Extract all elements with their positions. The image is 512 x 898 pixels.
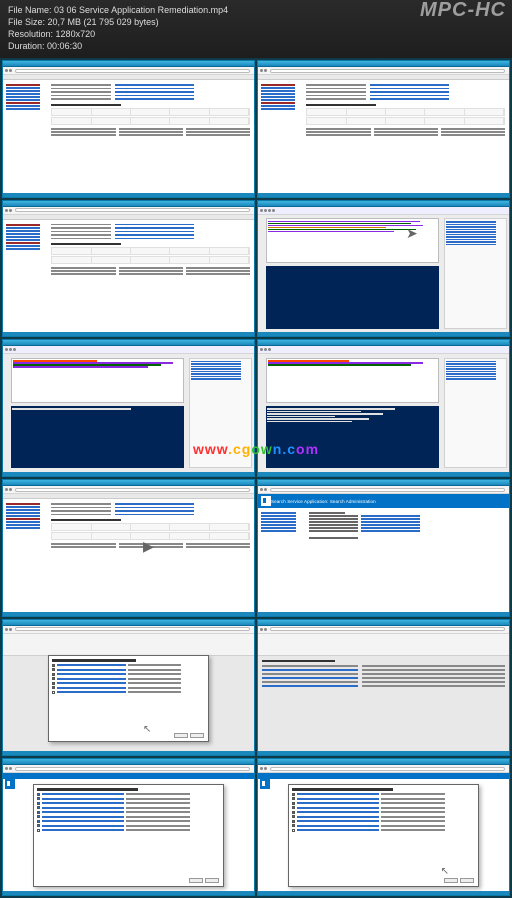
thumb-3r[interactable] — [257, 339, 510, 477]
topology-heading — [51, 104, 120, 106]
checkbox[interactable] — [52, 686, 55, 689]
thumb-5l[interactable]: ↖ — [2, 619, 255, 757]
thumbnail-grid: ➤ — [0, 58, 512, 898]
thumb-5r[interactable] — [257, 619, 510, 757]
cursor-arrow-icon: ➤ — [406, 225, 418, 242]
cancel-button[interactable] — [460, 878, 474, 883]
resolution-label: Resolution: — [8, 29, 53, 39]
cursor-arrow-icon: ↖ — [441, 866, 449, 877]
ok-button[interactable] — [174, 733, 188, 738]
sharepoint-logo-icon — [5, 779, 15, 891]
dialog-title — [52, 659, 136, 662]
config-associations-dialog — [48, 655, 209, 742]
ise-commands-pane — [444, 218, 507, 329]
thumb-4r[interactable]: Search Service Application: Search Admin… — [257, 479, 510, 617]
file-size-label: File Size: — [8, 17, 45, 27]
config-associations-dialog — [33, 784, 224, 887]
config-associations-dialog — [288, 784, 479, 887]
cursor-arrow-icon: ▶ — [143, 538, 154, 555]
thumb-2l[interactable] — [2, 200, 255, 338]
media-info-header: File Name: 03 06 Service Application Rem… — [0, 0, 512, 58]
checkbox[interactable] — [52, 664, 55, 667]
thumb-3l[interactable] — [2, 339, 255, 477]
cancel-button[interactable] — [190, 733, 204, 738]
browser-toolbar — [3, 67, 254, 75]
duration-value: 00:06:30 — [47, 41, 82, 51]
thumb-6l[interactable] — [2, 758, 255, 896]
thumb-1l[interactable] — [2, 60, 255, 198]
checkbox[interactable] — [52, 668, 55, 671]
checkbox[interactable] — [52, 691, 55, 694]
ribbon — [3, 634, 254, 656]
nav-sidebar — [5, 82, 49, 191]
cursor-arrow-icon: ↖ — [143, 724, 151, 735]
ok-button[interactable] — [444, 878, 458, 883]
thumb-1r[interactable] — [257, 60, 510, 198]
thumb-2r[interactable]: ➤ — [257, 200, 510, 338]
checkbox[interactable] — [52, 677, 55, 680]
nav-sidebar — [261, 511, 305, 609]
sharepoint-banner: Search Service Application: Search Admin… — [258, 494, 509, 508]
file-name-value: 03 06 Service Application Remediation.mp… — [54, 5, 228, 15]
ok-button[interactable] — [189, 878, 203, 883]
sharepoint-logo-icon — [260, 779, 270, 789]
ise-console-pane — [266, 266, 439, 328]
checkbox[interactable] — [52, 673, 55, 676]
sharepoint-logo-icon — [261, 496, 271, 506]
file-size-value: 20,7 MB (21 795 029 bytes) — [48, 17, 159, 27]
thumb-4l[interactable]: ▶ — [2, 479, 255, 617]
thumb-6r[interactable]: ↖ — [257, 758, 510, 896]
resolution-value: 1280x720 — [56, 29, 96, 39]
checkbox[interactable] — [52, 682, 55, 685]
player-watermark: MPC-HC — [420, 4, 506, 16]
sharepoint-ribbon — [3, 773, 254, 779]
file-name-label: File Name: — [8, 5, 52, 15]
cancel-button[interactable] — [205, 878, 219, 883]
page-title: Search Service Application: Search Admin… — [271, 499, 376, 504]
duration-label: Duration: — [8, 41, 45, 51]
